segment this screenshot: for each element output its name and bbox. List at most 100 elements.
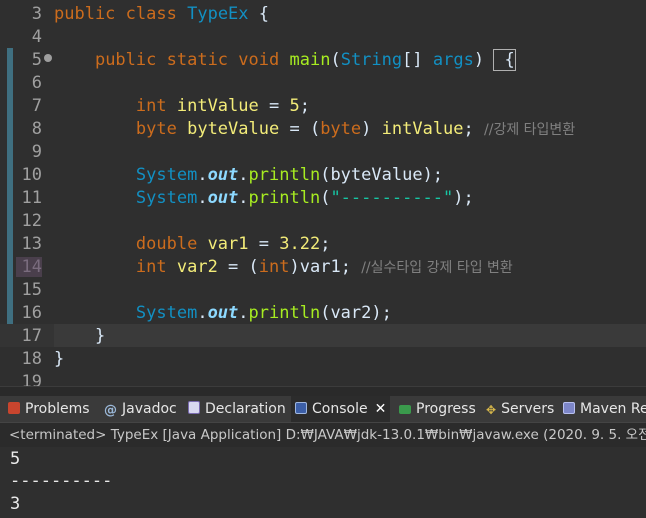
operator: = xyxy=(258,96,290,116)
paren: ) xyxy=(289,257,300,277)
paren: ); xyxy=(371,303,392,323)
operator: = xyxy=(279,119,310,139)
line-number: 10 xyxy=(21,165,42,185)
paren: ( xyxy=(320,188,331,208)
static-field: out xyxy=(207,165,239,185)
paren: ) xyxy=(361,119,372,139)
method-name: println xyxy=(248,165,321,185)
dot: . xyxy=(238,165,249,185)
class-name: System xyxy=(135,188,198,208)
code-line: 16 System.out.println(var2); xyxy=(0,301,646,324)
line-number: 19 xyxy=(21,372,42,386)
current-line: 17 } xyxy=(0,324,646,347)
paren: ( xyxy=(320,303,331,323)
variable: var2 xyxy=(176,257,218,277)
fold-marker-icon[interactable] xyxy=(44,54,52,62)
tab-label: Declaration xyxy=(205,401,286,417)
line-number: 7 xyxy=(31,96,42,116)
variable: intValue xyxy=(176,96,259,116)
tab-progress[interactable]: Progress xyxy=(399,396,476,422)
code-line: 6 xyxy=(0,71,646,94)
dot: . xyxy=(238,303,249,323)
tab-console[interactable]: Console ✕ xyxy=(291,396,391,422)
console-icon xyxy=(295,402,307,414)
code-line: 8 byte byteValue = (byte) intValue; //강제… xyxy=(0,117,646,140)
number-literal: 5 xyxy=(289,96,300,116)
line-number: 11 xyxy=(21,188,42,208)
code-line: 4 xyxy=(0,25,646,48)
variable: byteValue xyxy=(187,119,280,139)
tab-label: Console xyxy=(312,401,368,417)
variable: var1 xyxy=(299,257,341,277)
code-line: 9 xyxy=(0,140,646,163)
problems-icon xyxy=(8,402,20,414)
tab-javadoc[interactable]: @ Javadoc xyxy=(104,396,177,422)
semicolon: ; xyxy=(320,234,331,254)
method-name: println xyxy=(248,188,321,208)
brace: { xyxy=(248,4,270,24)
keyword: public xyxy=(94,50,157,70)
keyword: class xyxy=(125,4,177,24)
number-literal: 3.22 xyxy=(279,234,321,254)
line-number: 15 xyxy=(21,280,42,300)
class-name: System xyxy=(135,303,198,323)
paren: ( xyxy=(248,257,259,277)
argument: var2 xyxy=(330,303,372,323)
code-line: 12 xyxy=(0,209,646,232)
keyword: int xyxy=(258,257,290,277)
tab-servers[interactable]: ✥ Servers xyxy=(486,396,554,422)
tab-problems[interactable]: Problems xyxy=(8,396,90,422)
code-line: 5 public static void main(String[] args)… xyxy=(0,48,646,71)
code-line: 11 System.out.println("----------"); xyxy=(0,186,646,209)
close-icon[interactable]: ✕ xyxy=(375,401,387,417)
static-field: out xyxy=(207,188,239,208)
console-output-line: ---------- xyxy=(10,471,113,491)
tab-declaration[interactable]: Declaration xyxy=(188,396,286,422)
console-output[interactable]: 5 ---------- 3 xyxy=(0,447,646,518)
line-number: 17 xyxy=(21,326,42,346)
line-number: 16 xyxy=(21,303,42,323)
method-name: println xyxy=(248,303,321,323)
line-number: 9 xyxy=(31,142,42,162)
tab-label: Javadoc xyxy=(122,401,177,417)
dot: . xyxy=(238,188,249,208)
semicolon: ; xyxy=(340,257,351,277)
line-number: 5 xyxy=(31,50,42,70)
string-literal: "----------" xyxy=(330,188,454,208)
tab-label: Servers xyxy=(501,401,555,417)
variable: var1 xyxy=(207,234,249,254)
paren: ( xyxy=(320,165,331,185)
paren: ( xyxy=(309,119,321,139)
view-tab-bar: Problems @ Javadoc Declaration Console ✕ P… xyxy=(0,396,646,423)
dot: . xyxy=(197,188,208,208)
tab-label: Progress xyxy=(416,401,476,417)
keyword: static xyxy=(166,50,229,70)
operator: = xyxy=(217,257,249,277)
line-number: 14 xyxy=(16,257,42,277)
console-output-line: 5 xyxy=(10,449,21,469)
class-name: TypeEx xyxy=(187,4,249,24)
parameter: args xyxy=(432,50,474,70)
argument: byteValue xyxy=(330,165,423,185)
line-number: 12 xyxy=(21,211,42,231)
code-editor[interactable]: 3 public class TypeEx { 4 5 public stati… xyxy=(0,0,646,386)
declaration-icon xyxy=(188,401,200,414)
keyword: byte xyxy=(320,119,362,139)
tab-label: Problems xyxy=(25,401,90,417)
paren: ); xyxy=(422,165,444,185)
tab-label: Maven Re xyxy=(580,401,646,417)
matching-brace: { xyxy=(493,49,516,71)
brackets: [] xyxy=(402,50,423,70)
class-name: System xyxy=(135,165,198,185)
line-number: 4 xyxy=(31,27,42,47)
code-line: 10 System.out.println(byteValue); xyxy=(0,163,646,186)
dot: . xyxy=(197,165,208,185)
brace: } xyxy=(94,326,106,346)
code-line: 7 int intValue = 5; xyxy=(0,94,646,117)
code-line: 18 } xyxy=(0,347,646,370)
paren: ); xyxy=(453,188,474,208)
keyword: public xyxy=(54,4,116,24)
dot: . xyxy=(197,303,208,323)
tab-maven[interactable]: Maven Re xyxy=(563,396,646,422)
keyword: void xyxy=(238,50,280,70)
